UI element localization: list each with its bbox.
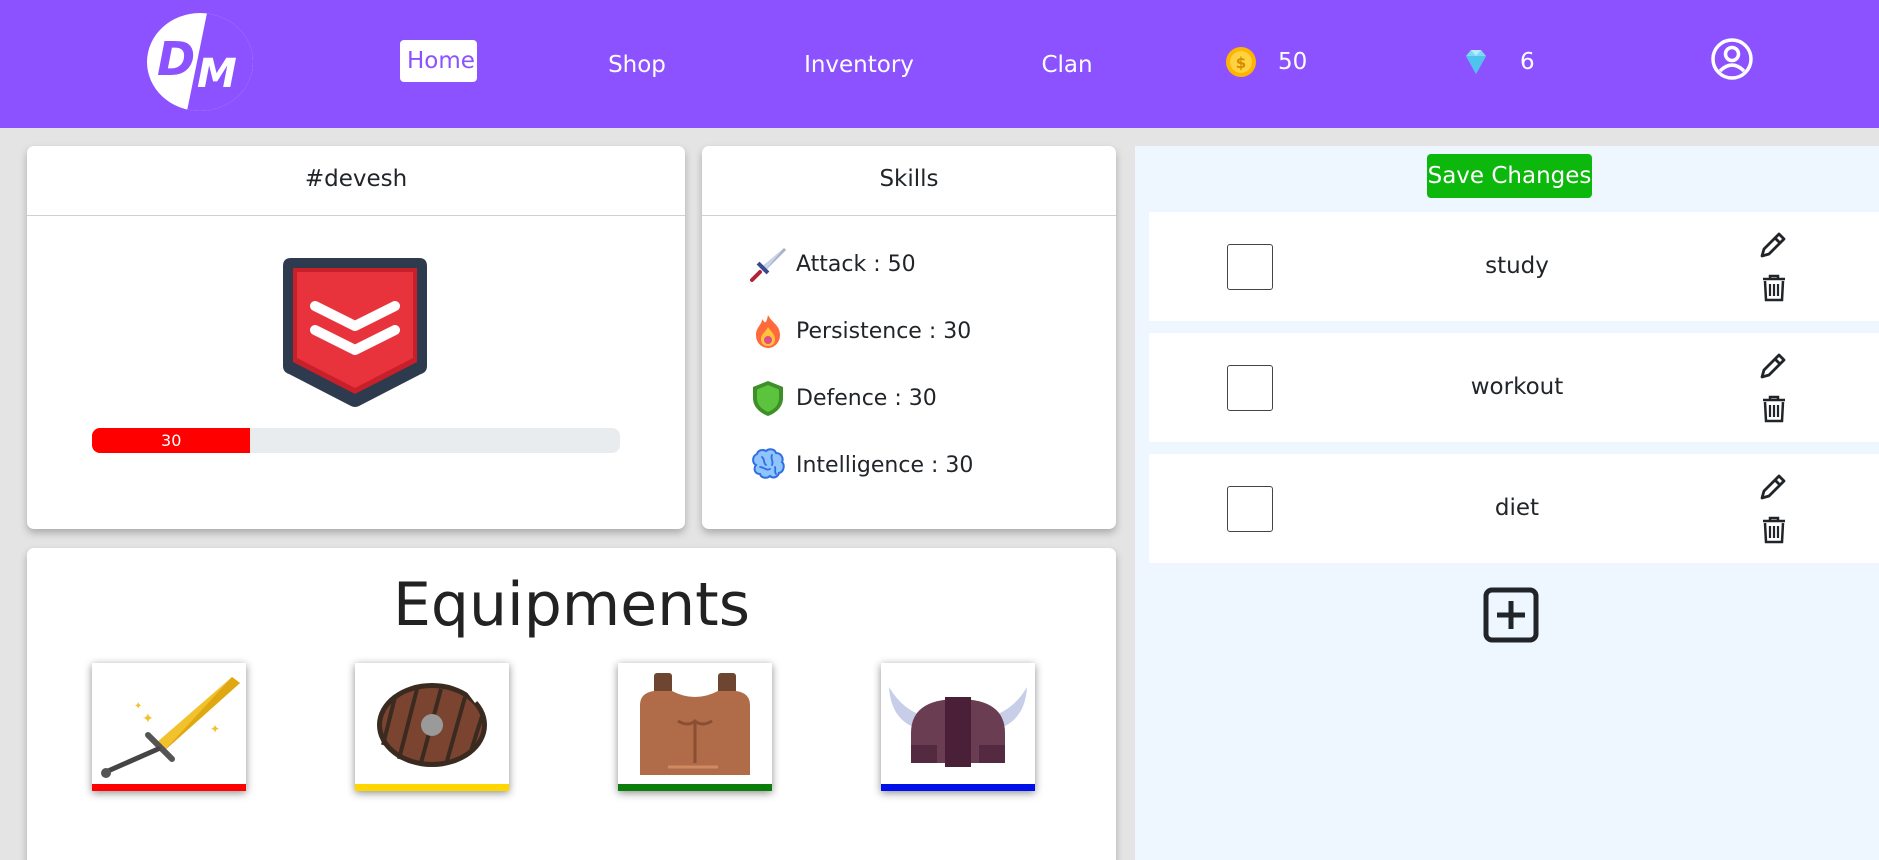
rank-badge-icon — [283, 258, 427, 407]
save-changes-button[interactable]: Save Changes — [1427, 154, 1592, 198]
dm-logo[interactable]: D M — [147, 13, 253, 111]
nav-clan[interactable]: Clan — [1037, 44, 1097, 86]
equipment-slot-armor[interactable] — [618, 663, 772, 791]
shield-icon — [753, 381, 783, 416]
equipment-slot-weapon[interactable]: ✦ ✦ ✦ — [92, 663, 246, 791]
svg-text:D: D — [157, 32, 195, 86]
skill-defence-label: Defence : 30 — [796, 385, 937, 411]
task-name: diet — [1494, 495, 1540, 521]
equipment-slot-shield[interactable] — [355, 663, 509, 791]
shield-rarity-stripe — [355, 784, 509, 791]
nav-home[interactable]: Home — [400, 40, 477, 82]
task-row: workout — [1149, 333, 1879, 442]
trash-icon[interactable] — [1760, 394, 1788, 424]
xp-progress-fill: 30 — [92, 428, 251, 453]
top-navbar: D M Home Shop Inventory Clan $ 50 6 — [0, 0, 1879, 128]
skill-persistence-label: Persistence : 30 — [796, 318, 972, 344]
add-task-icon[interactable] — [1483, 587, 1539, 643]
sword-icon: ✦ ✦ ✦ — [101, 677, 240, 778]
task-row: study — [1149, 212, 1879, 321]
skills-header: Skills — [702, 146, 1116, 216]
profile-card: #devesh 30 — [27, 146, 685, 529]
brain-icon — [752, 448, 785, 479]
task-checkbox[interactable] — [1227, 486, 1273, 532]
flame-icon — [756, 315, 780, 348]
task-name: workout — [1470, 374, 1564, 400]
skill-attack-label: Attack : 50 — [796, 251, 916, 277]
skill-defence: Defence : 30 — [748, 377, 937, 419]
gem-count: 6 — [1520, 49, 1535, 75]
skills-card: Skills Attack : 50 Persistence : 30 Defe… — [702, 146, 1116, 529]
pencil-icon[interactable] — [1758, 230, 1788, 260]
armor-icon — [640, 673, 750, 775]
coin-icon: $ — [1226, 47, 1256, 77]
equipment-slot-helmet[interactable] — [881, 663, 1035, 791]
trash-icon[interactable] — [1760, 273, 1788, 303]
nav-inventory[interactable]: Inventory — [800, 44, 918, 86]
task-checkbox[interactable] — [1227, 244, 1273, 290]
username-header: #devesh — [27, 146, 685, 216]
svg-text:✦: ✦ — [142, 711, 154, 727]
task-row: diet — [1149, 454, 1879, 563]
user-profile-icon[interactable] — [1710, 37, 1754, 81]
pencil-icon[interactable] — [1758, 351, 1788, 381]
skill-intelligence-label: Intelligence : 30 — [796, 452, 974, 478]
task-name: study — [1485, 253, 1549, 279]
armor-rarity-stripe — [618, 784, 772, 791]
gem-icon — [1466, 50, 1486, 74]
equipment-card: Equipments ✦ ✦ ✦ — [27, 548, 1116, 860]
helmet-rarity-stripe — [881, 784, 1035, 791]
equipment-title: Equipments — [393, 570, 750, 640]
svg-text:$: $ — [1236, 54, 1246, 72]
task-panel: Save Changes study workout diet — [1135, 146, 1879, 860]
viking-helmet-icon — [889, 687, 1027, 767]
svg-text:✦: ✦ — [134, 701, 142, 712]
task-checkbox[interactable] — [1227, 365, 1273, 411]
svg-text:M: M — [197, 51, 237, 97]
nav-shop[interactable]: Shop — [600, 44, 674, 86]
sword-icon — [750, 248, 786, 282]
round-shield-icon — [377, 677, 491, 767]
skill-persistence: Persistence : 30 — [748, 310, 971, 352]
trash-icon[interactable] — [1760, 515, 1788, 545]
pencil-icon[interactable] — [1758, 472, 1788, 502]
svg-text:✦: ✦ — [210, 722, 220, 736]
skill-attack: Attack : 50 — [748, 243, 916, 285]
xp-progress-bar: 30 — [92, 428, 620, 453]
skill-intelligence: Intelligence : 30 — [748, 444, 973, 486]
weapon-rarity-stripe — [92, 784, 246, 791]
coin-count: 50 — [1278, 49, 1308, 75]
